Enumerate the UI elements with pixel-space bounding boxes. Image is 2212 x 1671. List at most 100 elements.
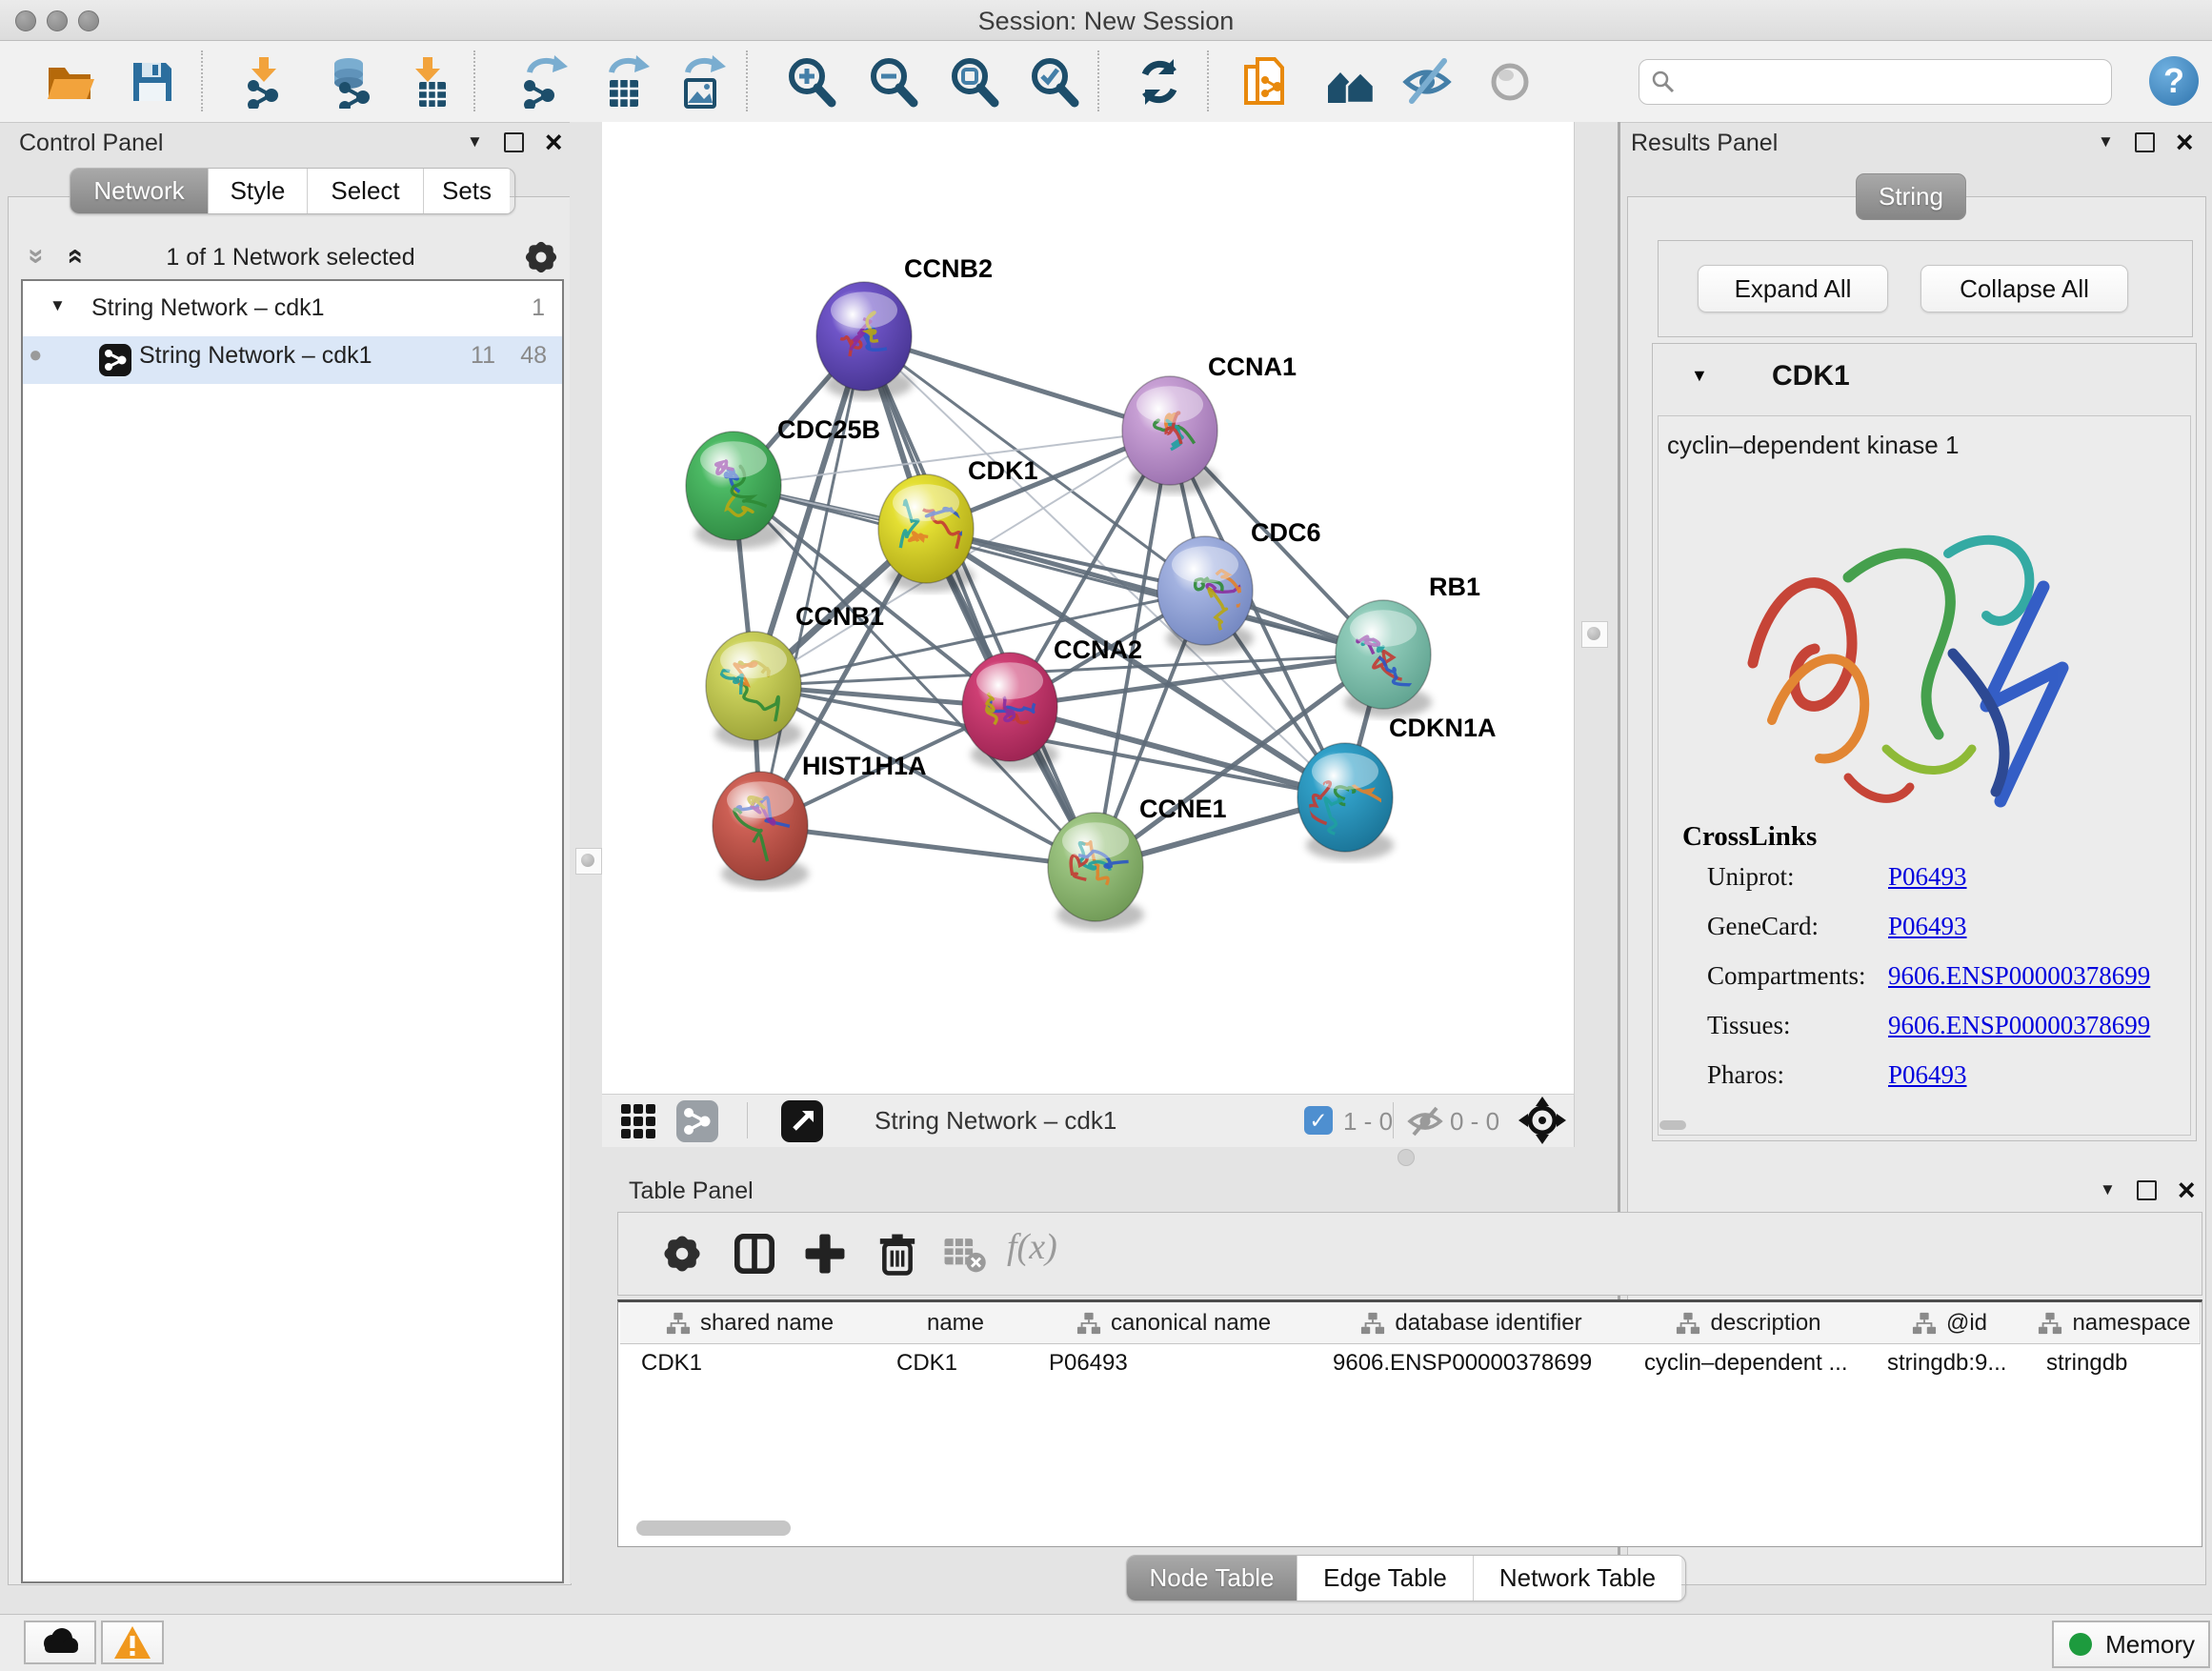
delete-table-icon[interactable] [940, 1230, 988, 1278]
network-node-ccna1[interactable]: CCNA1 [1122, 352, 1297, 493]
memory-button[interactable]: Memory [2052, 1621, 2210, 1668]
column-header-canonical-name[interactable]: canonical name [1032, 1302, 1317, 1344]
network-edge[interactable] [864, 336, 1096, 867]
network-node-cdk1[interactable]: CDK1 [878, 456, 1038, 592]
tab-node-table[interactable]: Node Table [1127, 1556, 1297, 1601]
column-header-@id[interactable]: @id [1870, 1302, 2030, 1344]
network-row-selected[interactable]: ● String Network – cdk1 11 48 [23, 336, 562, 384]
column-header-shared-name[interactable]: shared name [620, 1302, 880, 1344]
search-input[interactable] [1681, 62, 2104, 102]
horizontal-divider-handle[interactable] [1398, 1149, 1415, 1166]
show-all-icon[interactable] [1483, 55, 1537, 109]
collapse-all-button[interactable]: Collapse All [1920, 265, 2128, 312]
close-panel-icon[interactable]: × [545, 134, 563, 151]
network-node-cdkn1a[interactable]: CDKN1A [1297, 714, 1497, 860]
collapse-panel-icon[interactable]: ▼ [2100, 1180, 2116, 1199]
column-header-namespace[interactable]: namespace [2029, 1302, 2201, 1344]
right-divider-handle[interactable] [1581, 621, 1608, 648]
float-panel-icon[interactable] [2135, 132, 2155, 152]
table-gear-icon[interactable] [658, 1230, 706, 1278]
tab-network[interactable]: Network [70, 169, 209, 213]
grid-view-icon[interactable] [619, 1102, 657, 1140]
tree-expand-icon[interactable]: ▼ [50, 296, 66, 315]
table-cell[interactable]: cyclin–dependent ... [1627, 1344, 1887, 1382]
first-neighbors-icon[interactable] [1324, 55, 1377, 109]
create-column-icon[interactable] [801, 1230, 849, 1278]
help-icon[interactable]: ? [2149, 56, 2199, 106]
column-header-name[interactable]: name [879, 1302, 1033, 1344]
import-network-database-icon[interactable] [324, 55, 377, 109]
fit-content-crosshair-icon[interactable] [1518, 1097, 1566, 1144]
crosslink-value-link[interactable]: P06493 [1888, 862, 1967, 892]
card-scrollbar-thumb[interactable] [1659, 1120, 1686, 1130]
left-divider-handle[interactable] [575, 848, 602, 875]
network-thumbnail-icon[interactable] [676, 1100, 718, 1142]
network-graph[interactable]: CCNB2CCNA1CDC25BCDK1CDC6RB1CCNB1CCNA2CDK… [602, 122, 1574, 1094]
collapse-panel-icon[interactable]: ▼ [2098, 132, 2114, 151]
collapse-panel-icon[interactable]: ▼ [467, 132, 483, 151]
tab-edge-table[interactable]: Edge Table [1297, 1556, 1474, 1601]
network-edge[interactable] [760, 826, 1096, 867]
selected-checkbox-icon[interactable]: ✓ [1304, 1106, 1333, 1135]
zoom-selected-icon[interactable] [1027, 55, 1080, 109]
network-options-gear-icon[interactable] [522, 238, 560, 276]
network-view-canvas[interactable]: CCNB2CCNA1CDC25BCDK1CDC6RB1CCNB1CCNA2CDK… [602, 122, 1575, 1094]
cloud-button[interactable] [24, 1621, 96, 1664]
show-columns-icon[interactable] [731, 1230, 778, 1278]
network-node-cdc25b[interactable]: CDC25B [686, 415, 880, 549]
crosslink-value-link[interactable]: 9606.ENSP00000378699 [1888, 961, 2150, 991]
expand-all-icon[interactable]: » [57, 249, 90, 265]
table-scrollbar-thumb[interactable] [636, 1520, 791, 1536]
tab-string[interactable]: String [1856, 173, 1966, 220]
warning-button[interactable] [101, 1621, 164, 1664]
crosslink-value-link[interactable]: P06493 [1888, 912, 1967, 941]
gene-collapse-icon[interactable]: ▼ [1691, 366, 1708, 386]
tab-sets[interactable]: Sets [424, 169, 510, 213]
table-cell[interactable]: stringdb:9... [1870, 1344, 2046, 1382]
clone-network-icon[interactable] [1240, 55, 1294, 109]
detach-view-icon[interactable] [781, 1100, 823, 1142]
network-node-rb1[interactable]: RB1 [1336, 573, 1480, 717]
table-cell[interactable]: 9606.ENSP00000378699 [1316, 1344, 1644, 1382]
close-panel-icon[interactable]: × [2178, 1182, 2196, 1198]
open-session-icon[interactable] [43, 55, 96, 109]
table-cell[interactable]: stringdb [2029, 1344, 2212, 1382]
function-builder-icon[interactable]: f(x) [1007, 1226, 1057, 1268]
apply-layout-refresh-icon[interactable] [1133, 55, 1186, 109]
hide-selected-icon[interactable] [1402, 55, 1456, 109]
import-network-file-icon[interactable] [240, 55, 293, 109]
save-session-icon[interactable] [126, 55, 179, 109]
close-panel-icon[interactable]: × [2176, 134, 2194, 151]
tab-network-table[interactable]: Network Table [1474, 1556, 1681, 1601]
table-cell[interactable]: CDK1 [620, 1344, 900, 1382]
export-table-icon[interactable] [598, 55, 652, 109]
node-label: CCNE1 [1139, 795, 1227, 823]
tab-style[interactable]: Style [209, 169, 308, 213]
export-image-icon[interactable] [674, 55, 728, 109]
network-collection-row[interactable]: ▼ String Network – cdk1 1 [23, 289, 562, 336]
network-node-ccnb2[interactable]: CCNB2 [816, 254, 993, 399]
delete-column-icon[interactable] [874, 1230, 921, 1278]
import-table-icon[interactable] [404, 55, 457, 109]
table-cell[interactable]: CDK1 [879, 1344, 1049, 1382]
zoom-in-icon[interactable] [784, 55, 837, 109]
column-header-description[interactable]: description [1627, 1302, 1871, 1344]
network-selector-collapse-icons[interactable]: » » [29, 240, 82, 272]
node-table[interactable]: shared namenamecanonical namedatabase id… [617, 1299, 2202, 1547]
node-label: CDKN1A [1389, 714, 1497, 742]
table-cell[interactable]: P06493 [1032, 1344, 1333, 1382]
zoom-out-icon[interactable] [866, 55, 919, 109]
float-panel-icon[interactable] [2137, 1180, 2157, 1200]
network-node-hist1h1a[interactable]: HIST1H1A [713, 752, 927, 889]
expand-all-button[interactable]: Expand All [1698, 265, 1888, 312]
network-node-ccnb1[interactable]: CCNB1 [706, 602, 884, 749]
collapse-all-icon[interactable]: » [20, 249, 52, 265]
zoom-fit-icon[interactable] [947, 55, 1000, 109]
tab-select[interactable]: Select [308, 169, 424, 213]
crosslink-value-link[interactable]: P06493 [1888, 1060, 1967, 1090]
column-header-database-identifier[interactable]: database identifier [1316, 1302, 1628, 1344]
float-panel-icon[interactable] [504, 132, 524, 152]
crosslink-value-link[interactable]: 9606.ENSP00000378699 [1888, 1011, 2150, 1040]
hidden-eye-icon[interactable] [1407, 1104, 1443, 1138]
export-network-icon[interactable] [516, 55, 570, 109]
